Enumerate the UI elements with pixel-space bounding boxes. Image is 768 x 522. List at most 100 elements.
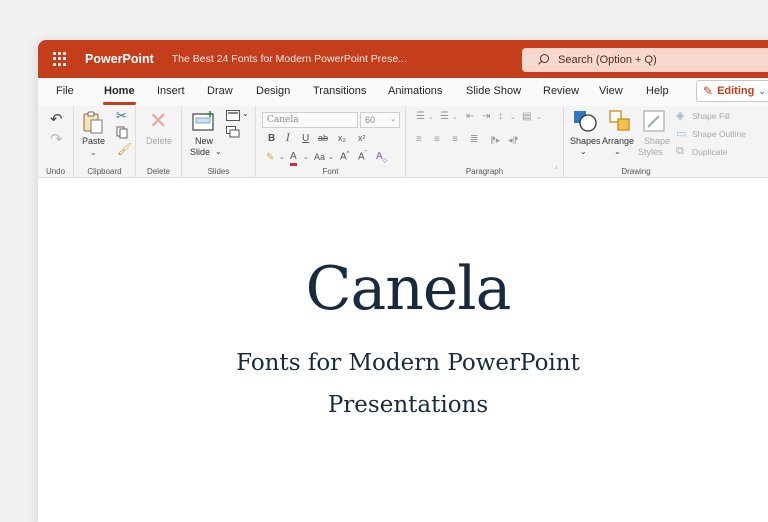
chevron-down-icon[interactable]: ⌄ — [303, 153, 309, 161]
font-name-input[interactable]: Canela — [262, 112, 358, 128]
new-slide-label-line2[interactable]: Slide — [190, 147, 210, 157]
bold-icon[interactable]: B — [268, 133, 275, 144]
arrange-icon[interactable] — [608, 109, 632, 133]
tab-review[interactable]: Review — [543, 85, 579, 97]
undo-group: ↶ ↷ Undo — [38, 106, 74, 178]
duplicate-label[interactable]: Duplicate — [692, 147, 727, 157]
duplicate-icon[interactable]: ⧉ — [676, 145, 684, 158]
tab-draw[interactable]: Draw — [207, 85, 233, 97]
document-title[interactable]: The Best 24 Fonts for Modern PowerPoint … — [172, 53, 407, 65]
shapes-chevron-icon[interactable]: ⌄ — [580, 147, 587, 156]
tab-home[interactable]: Home — [103, 85, 136, 105]
new-slide-chevron-icon[interactable]: ⌄ — [215, 147, 222, 156]
rtl-icon[interactable]: ◂⁋ — [508, 135, 518, 146]
slides-group-label: Slides — [207, 167, 230, 176]
clipboard-group-label: Clipboard — [87, 167, 122, 176]
tab-slide-show[interactable]: Slide Show — [466, 85, 521, 97]
paragraph-group: ☰ ⌄ ☰ ⌄ ⇤ ⇥ ↕ ⌄ ▤ ⌄ ≡ ≡ ≡ ≣ ⁋▸ ◂⁋ ⌟ Para… — [406, 106, 564, 178]
format-painter-icon[interactable]: 🖌 — [117, 142, 132, 156]
underline-icon[interactable]: U — [302, 133, 309, 144]
chevron-down-icon: ⌄ — [390, 116, 396, 123]
copy-icon[interactable] — [116, 126, 129, 139]
shapes-icon[interactable] — [572, 109, 598, 133]
font-size-value: 60 — [365, 115, 376, 125]
slide-canvas[interactable]: Canela Fonts for Modern PowerPoint Prese… — [38, 178, 768, 522]
new-slide-icon[interactable] — [192, 110, 216, 132]
ribbon: ↶ ↷ Undo Paste ⌄ ✂ 🖌 Clipboard ✕ Delete … — [38, 106, 768, 178]
search-box[interactable]: Search (Option + Q) — [522, 48, 768, 72]
numbering-icon[interactable]: ☰ — [440, 111, 449, 122]
redo-icon[interactable]: ↷ — [50, 130, 63, 148]
slide-title[interactable]: Canela — [38, 254, 768, 324]
shrink-font-icon[interactable]: Aˇ — [358, 151, 367, 162]
editing-label: Editing — [717, 85, 755, 97]
chevron-down-icon[interactable]: ⌄ — [510, 113, 516, 121]
arrange-chevron-icon[interactable]: ⌄ — [614, 147, 621, 156]
superscript-icon[interactable]: x² — [358, 133, 366, 143]
drawing-group: Shapes ⌄ Arrange ⌄ Shape Styles ◈ Shape … — [564, 106, 768, 178]
line-spacing-icon[interactable]: ↕ — [498, 111, 503, 122]
app-name[interactable]: PowerPoint — [85, 52, 154, 66]
align-right-icon[interactable]: ≡ — [452, 134, 458, 145]
undo-icon[interactable]: ↶ — [50, 110, 63, 128]
delete-group: ✕ Delete Delete — [136, 106, 182, 178]
slide-subtitle-line1: Fonts for Modern PowerPoint — [236, 350, 580, 376]
tab-view[interactable]: View — [599, 85, 623, 97]
subscript-icon[interactable]: x₂ — [338, 133, 346, 143]
layout-icon[interactable] — [226, 110, 240, 121]
arrange-label[interactable]: Arrange — [602, 136, 634, 146]
shape-styles-label-line1[interactable]: Shape — [644, 136, 670, 146]
align-center-icon[interactable]: ≡ — [434, 134, 440, 145]
text-columns-icon[interactable]: ▤ — [522, 111, 531, 122]
font-group: Canela 60 ⌄ B I U ab x₂ x² ✎ ⌄ A ⌄ Aa ⌄ … — [256, 106, 406, 178]
slides-group: New Slide ⌄ ⌄ Slides — [182, 106, 256, 178]
strikethrough-icon[interactable]: ab — [318, 133, 328, 143]
reuse-slides-icon[interactable] — [226, 126, 240, 138]
paste-label[interactable]: Paste — [82, 136, 105, 146]
font-size-input[interactable]: 60 ⌄ — [360, 112, 400, 128]
grow-font-icon[interactable]: A^ — [340, 151, 350, 162]
tab-transitions[interactable]: Transitions — [313, 85, 366, 97]
ribbon-tabs: File Home Insert Draw Design Transitions… — [38, 78, 768, 106]
tab-file[interactable]: File — [56, 85, 74, 97]
font-color-icon[interactable]: A — [290, 151, 297, 166]
ltr-icon[interactable]: ⁋▸ — [490, 135, 500, 146]
tab-insert[interactable]: Insert — [157, 85, 185, 97]
shapes-label[interactable]: Shapes — [570, 136, 601, 146]
shape-fill-icon[interactable]: ◈ — [676, 109, 684, 122]
chevron-down-icon[interactable]: ⌄ — [536, 113, 542, 121]
highlight-icon[interactable]: ✎ — [266, 152, 274, 163]
shape-styles-label-line2[interactable]: Styles — [638, 147, 663, 157]
clear-formatting-icon[interactable]: A◇ — [376, 151, 387, 164]
new-slide-label-line1[interactable]: New — [195, 136, 213, 146]
delete-label[interactable]: Delete — [146, 136, 172, 146]
layout-chevron-icon[interactable]: ⌄ — [242, 109, 249, 118]
shape-fill-label[interactable]: Shape Fill — [692, 111, 730, 121]
change-case-icon[interactable]: Aa — [314, 152, 325, 162]
cut-icon[interactable]: ✂ — [116, 108, 127, 124]
shape-outline-icon[interactable]: ▭ — [676, 127, 686, 140]
editing-mode-button[interactable]: ✎ Editing ⌄ — [696, 80, 768, 102]
delete-icon[interactable]: ✕ — [149, 108, 167, 134]
increase-indent-icon[interactable]: ⇥ — [482, 111, 490, 122]
chevron-down-icon[interactable]: ⌄ — [279, 153, 285, 161]
paste-chevron-icon[interactable]: ⌄ — [90, 148, 97, 157]
chevron-down-icon[interactable]: ⌄ — [452, 113, 458, 121]
bullets-icon[interactable]: ☰ — [416, 111, 425, 122]
tab-help[interactable]: Help — [646, 85, 669, 97]
decrease-indent-icon[interactable]: ⇤ — [466, 111, 474, 122]
app-launcher-icon[interactable] — [53, 52, 67, 66]
chevron-down-icon[interactable]: ⌄ — [328, 153, 334, 161]
align-left-icon[interactable]: ≡ — [416, 134, 422, 145]
slide-subtitle[interactable]: Fonts for Modern PowerPoint Presentation… — [38, 342, 768, 426]
chevron-down-icon[interactable]: ⌄ — [428, 113, 434, 121]
clipboard-group: Paste ⌄ ✂ 🖌 Clipboard — [74, 106, 136, 178]
tab-design[interactable]: Design — [256, 85, 290, 97]
tab-animations[interactable]: Animations — [388, 85, 442, 97]
paste-icon[interactable] — [82, 110, 104, 134]
italic-icon[interactable]: I — [286, 133, 290, 144]
shape-outline-label[interactable]: Shape Outline — [692, 129, 746, 139]
slide-subtitle-line2: Presentations — [327, 392, 489, 418]
shape-styles-icon[interactable] — [642, 109, 666, 133]
justify-icon[interactable]: ≣ — [470, 134, 478, 145]
